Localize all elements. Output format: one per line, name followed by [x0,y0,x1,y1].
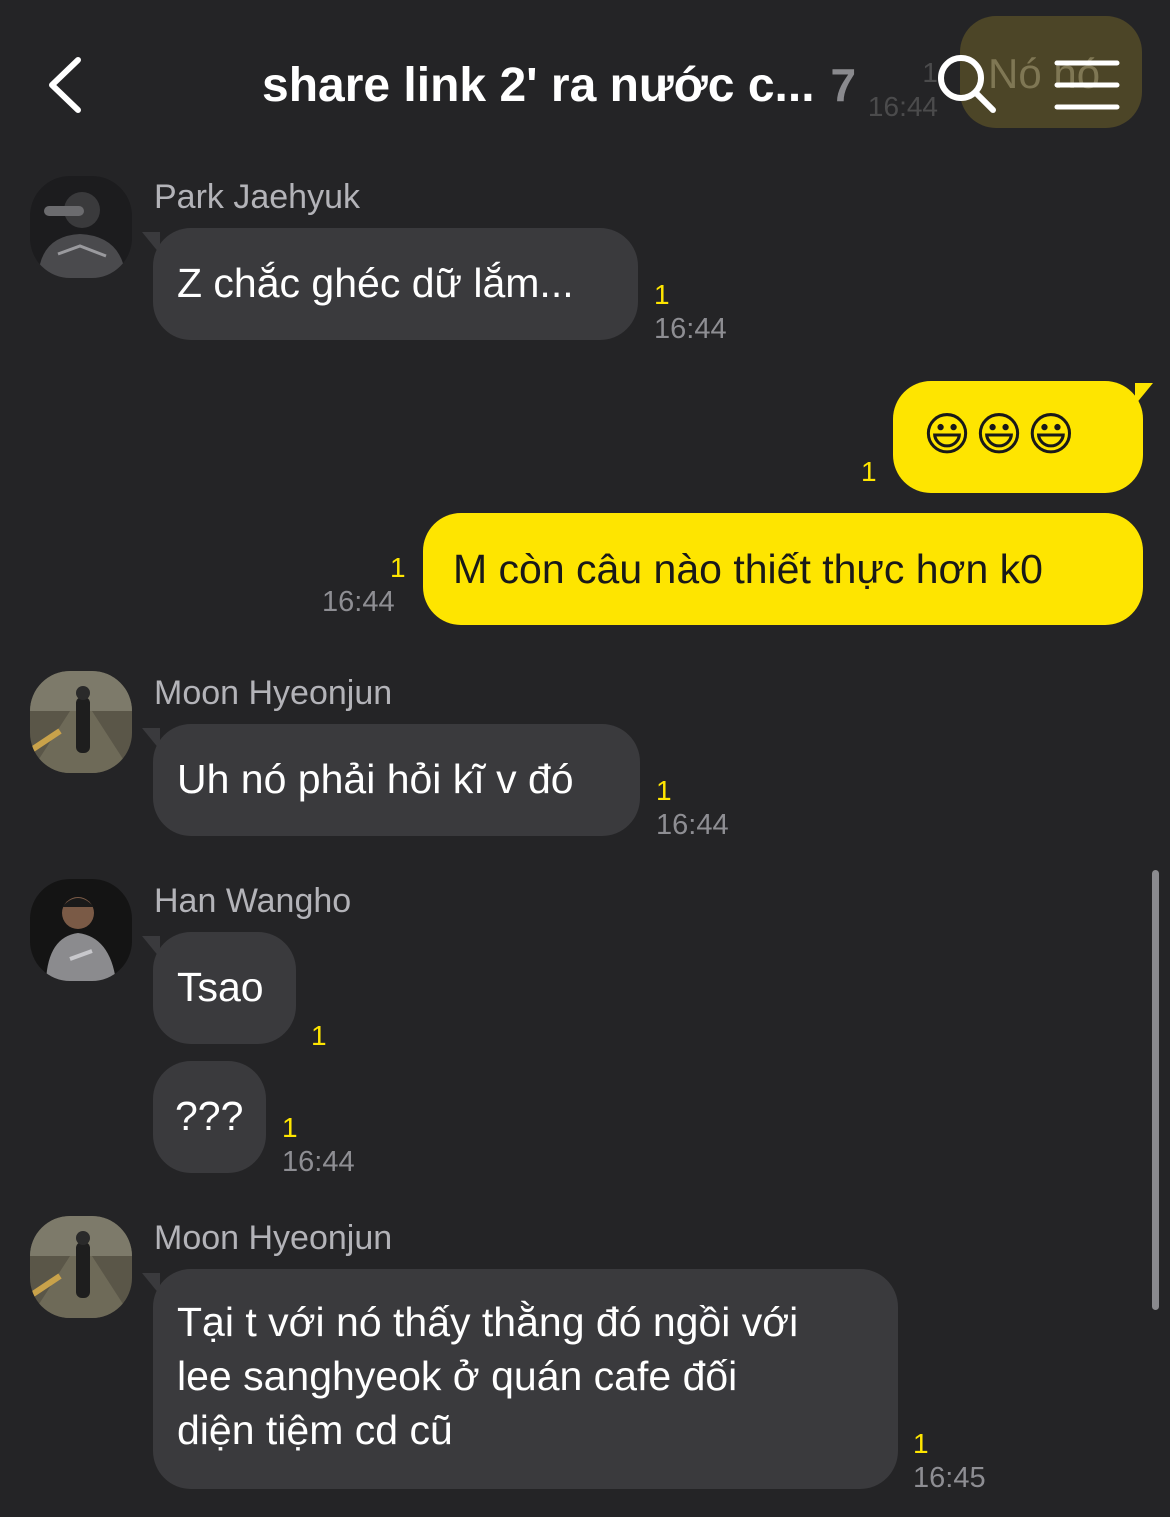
unread-count: 1 [390,552,406,583]
ghost-message-meta: 1 16:44 [862,56,938,124]
message-line: diện tiệm cd cũ [177,1407,453,1453]
avatar-photo [30,1216,132,1318]
scrollbar[interactable] [1152,870,1159,1310]
ghost-timestamp: 16:44 [867,91,938,122]
menu-button[interactable] [1054,58,1120,112]
ghost-unread-count: 1 [922,57,938,88]
message-timestamp: 16:44 [282,1146,355,1178]
message-bubble[interactable]: Z chắc ghéc dữ lắm... [153,228,638,340]
unread-count: 1 [654,279,670,310]
message-line: lee sanghyeok ở quán cafe đối [177,1353,738,1399]
unread-count: 1 [282,1112,298,1143]
message-line: Tại t với nó thấy thằng đó ngồi với [177,1299,799,1345]
avatar-photo [30,176,132,278]
message-bubble[interactable]: Tsao [153,932,296,1044]
message-bubble-outgoing[interactable]: 😃😃😃 [893,381,1143,493]
message-timestamp: 16:44 [656,809,729,841]
message-bubble[interactable]: Tại t với nó thấy thằng đó ngồi với lee … [153,1269,898,1489]
search-icon [938,55,996,113]
message-bubble[interactable]: Uh nó phải hỏi kĩ v đó [153,724,640,836]
sender-name: Han Wangho [154,882,352,920]
hamburger-menu-icon [1054,60,1120,110]
unread-count: 1 [861,456,877,487]
avatar-han-wangho[interactable] [30,879,132,981]
sender-name: Moon Hyeonjun [154,1219,393,1257]
chat-title: share link 2' ra nước c... [262,59,815,112]
search-button[interactable] [935,52,999,116]
back-button[interactable] [40,50,100,120]
message-bubble-outgoing[interactable]: M còn câu nào thiết thực hơn k0 [423,513,1143,625]
unread-count: 1 [311,1020,327,1051]
chevron-left-icon [49,57,81,113]
unread-count: 1 [656,775,672,806]
member-count: 7 [830,59,857,111]
message-timestamp: 16:44 [322,586,395,618]
message-bubble[interactable]: ??? [153,1061,266,1173]
avatar-photo [30,879,132,981]
unread-count: 1 [913,1428,929,1459]
avatar-moon-hyeonjun[interactable] [30,1216,132,1318]
message-timestamp: 16:44 [654,313,727,345]
chat-header: Nó nó 1 16:44 share link 2' ra nước c...… [0,0,1170,150]
avatar-park-jaehyuk[interactable] [30,176,132,278]
sender-name: Moon Hyeonjun [154,674,393,712]
avatar-moon-hyeonjun[interactable] [30,671,132,773]
bubble-tail [1135,383,1153,405]
chat-title-area[interactable]: share link 2' ra nước c... 7 [262,58,856,118]
message-timestamp: 16:45 [913,1462,986,1494]
avatar-photo [30,671,132,773]
sender-name: Park Jaehyuk [154,178,360,216]
